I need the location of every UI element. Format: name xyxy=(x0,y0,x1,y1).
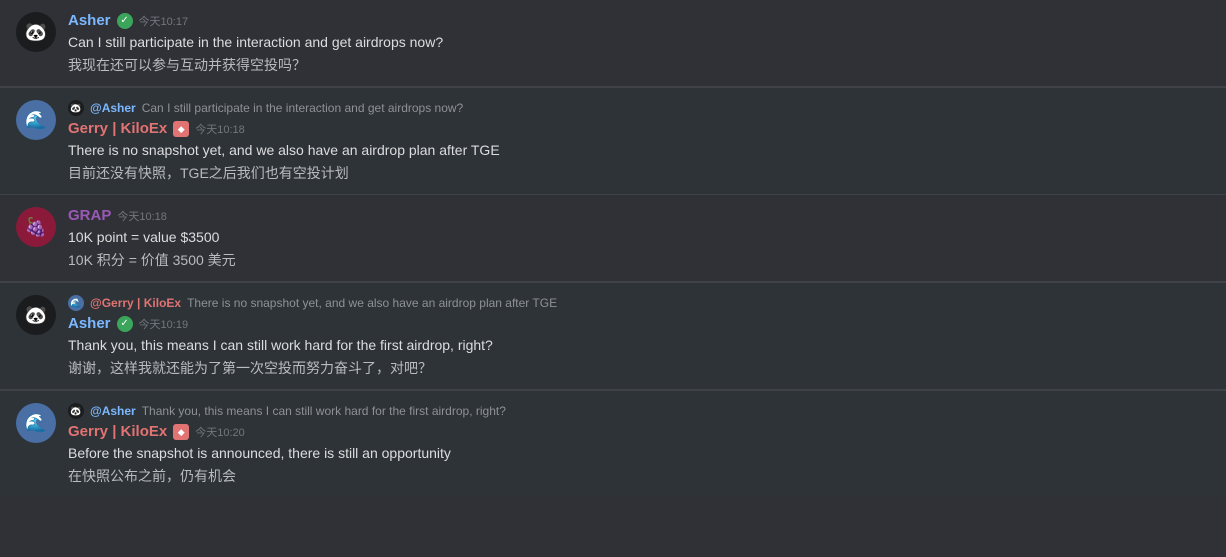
reply-preview-text: Can I still participate in the interacti… xyxy=(142,101,464,115)
timestamp: 今天10:19 xyxy=(139,316,189,332)
username[interactable]: Asher xyxy=(68,315,111,332)
timestamp: 今天10:20 xyxy=(195,424,245,440)
message-header: Asher ✓ 今天10:19 xyxy=(68,315,1210,332)
timestamp: 今天10:18 xyxy=(117,208,167,224)
kiloe-badge: ◆ xyxy=(173,121,189,137)
message-header: Gerry | KiloEx ◆ 今天10:18 xyxy=(68,120,1210,137)
reply-avatar: 🌊 xyxy=(68,295,84,311)
message-content: GRAP 今天10:18 10K point = value $350010K 积分… xyxy=(68,207,1210,271)
username[interactable]: Gerry | KiloEx xyxy=(68,120,167,137)
reply-preview-text: There is no snapshot yet, and we also ha… xyxy=(187,296,557,310)
username[interactable]: Asher xyxy=(68,12,111,29)
verified-badge: ✓ xyxy=(117,13,133,29)
message-text-primary: There is no snapshot yet, and we also ha… xyxy=(68,140,1210,161)
reply-preview: 🐼 @Asher Can I still participate in the i… xyxy=(68,100,1210,116)
message-header: Gerry | KiloEx ◆ 今天10:20 xyxy=(68,423,1210,440)
username[interactable]: Gerry | KiloEx xyxy=(68,423,167,440)
message-group: 🌊 🐼 @Asher Can I still participate in the … xyxy=(0,87,1226,194)
reply-at-username[interactable]: @Asher xyxy=(90,101,136,115)
reply-at-username[interactable]: @Gerry | KiloEx xyxy=(90,296,181,310)
avatar[interactable]: 🌊 xyxy=(16,403,56,443)
reply-preview: 🐼 @Asher Thank you, this means I can stil… xyxy=(68,403,1210,419)
message-text-primary: Thank you, this means I can still work h… xyxy=(68,335,1210,356)
message-text-secondary: 谢谢，这样我就还能为了第一次空投而努力奋斗了，对吧？ xyxy=(68,358,1210,379)
reply-at-username[interactable]: @Asher xyxy=(90,404,136,418)
avatar[interactable]: 🐼 xyxy=(16,12,56,52)
reply-avatar: 🐼 xyxy=(68,100,84,116)
message-group: 🐼 Asher ✓ 今天10:17 Can I still participate in… xyxy=(0,0,1226,86)
message-group: 🐼 🌊 @Gerry | KiloEx There is no snapshot y… xyxy=(0,282,1226,389)
message-text-secondary: 我现在还可以参与互动并获得空投吗？ xyxy=(68,55,1210,76)
timestamp: 今天10:18 xyxy=(195,121,245,137)
message-group: 🌊 🐼 @Asher Thank you, this means I can sti… xyxy=(0,390,1226,497)
message-header: Asher ✓ 今天10:17 xyxy=(68,12,1210,29)
message-text-primary: Can I still participate in the interacti… xyxy=(68,32,1210,53)
avatar[interactable]: 🍇 xyxy=(16,207,56,247)
username[interactable]: GRAP xyxy=(68,207,111,224)
message-content: 🌊 @Gerry | KiloEx There is no snapshot ye… xyxy=(68,295,1210,379)
message-text-secondary: 目前还没有快照，TGE之后我们也有空投计划 xyxy=(68,163,1210,184)
message-text-primary: Before the snapshot is announced, there … xyxy=(68,443,1210,464)
message-header: GRAP 今天10:18 xyxy=(68,207,1210,224)
timestamp: 今天10:17 xyxy=(139,13,189,29)
reply-preview-text: Thank you, this means I can still work h… xyxy=(142,404,506,418)
message-text-secondary: 10K 积分 = 价值 3500 美元 xyxy=(68,250,1210,271)
chat-container: 🐼 Asher ✓ 今天10:17 Can I still participate in… xyxy=(0,0,1226,497)
message-content: Asher ✓ 今天10:17 Can I still participate in … xyxy=(68,12,1210,76)
kiloe-badge: ◆ xyxy=(173,424,189,440)
reply-preview: 🌊 @Gerry | KiloEx There is no snapshot ye… xyxy=(68,295,1210,311)
message-content: 🐼 @Asher Thank you, this means I can stil… xyxy=(68,403,1210,487)
message-group: 🍇 GRAP 今天10:18 10K point = value $350010K 积… xyxy=(0,195,1226,281)
verified-badge: ✓ xyxy=(117,316,133,332)
message-text-primary: 10K point = value $3500 xyxy=(68,227,1210,248)
avatar[interactable]: 🐼 xyxy=(16,295,56,335)
reply-avatar: 🐼 xyxy=(68,403,84,419)
message-content: 🐼 @Asher Can I still participate in the i… xyxy=(68,100,1210,184)
avatar[interactable]: 🌊 xyxy=(16,100,56,140)
message-text-secondary: 在快照公布之前，仍有机会 xyxy=(68,466,1210,487)
